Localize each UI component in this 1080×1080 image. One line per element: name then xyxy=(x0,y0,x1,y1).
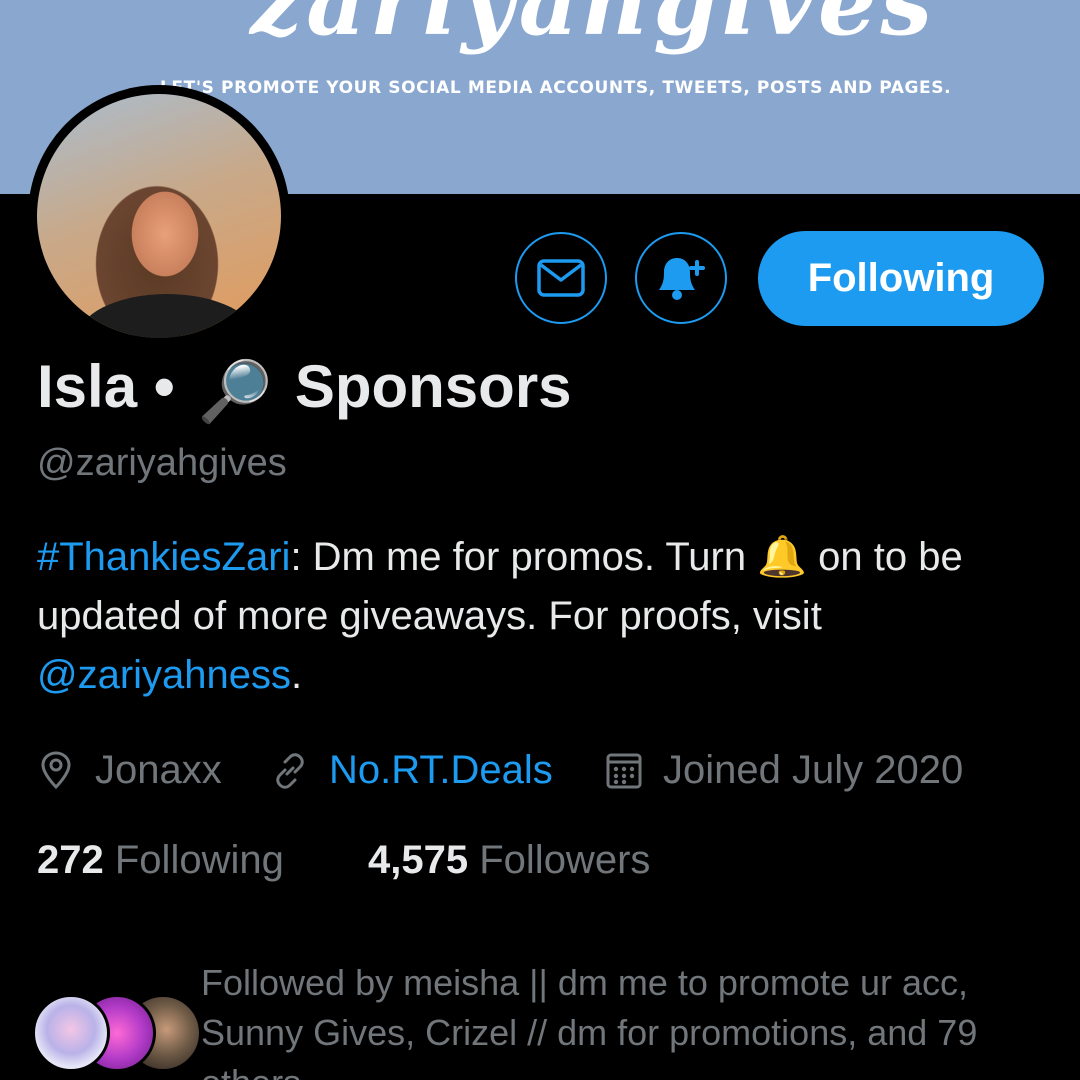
bell-emoji: 🔔 xyxy=(757,535,808,579)
followers-count: 4,575 xyxy=(368,838,469,882)
location-text: Jonaxx xyxy=(95,747,222,792)
avatar-shirt xyxy=(77,294,257,338)
meta-url[interactable]: No.RT.Deals xyxy=(271,742,553,798)
followed-by-text[interactable]: Followed by meisha || dm me to promote u… xyxy=(201,958,1061,1080)
bio-text: . xyxy=(291,653,303,697)
profile-page: zariyahgives LET'S PROMOTE YOUR SOCIAL M… xyxy=(0,0,1080,1080)
notifications-button[interactable] xyxy=(635,232,727,324)
following-label: Following xyxy=(114,838,284,882)
calendar-icon xyxy=(606,753,642,789)
banner-tagline: LET'S PROMOTE YOUR SOCIAL MEDIA ACCOUNTS… xyxy=(160,78,952,98)
followers-label: Followers xyxy=(479,838,651,882)
joined-text: Joined July 2020 xyxy=(663,747,964,792)
url-link[interactable]: No.RT.Deals xyxy=(329,748,553,793)
meta-joined: Joined July 2020 xyxy=(605,742,963,798)
bio-mention-link[interactable]: @zariyahness xyxy=(37,653,291,697)
bell-plus-icon xyxy=(659,258,705,300)
profile-bio: #ThankiesZari: Dm me for promos. Turn 🔔 … xyxy=(37,528,1047,705)
meta-location: Jonaxx xyxy=(37,742,222,798)
bio-hashtag-link[interactable]: #ThankiesZari xyxy=(37,535,290,579)
user-handle: @zariyahgives xyxy=(37,442,287,484)
bio-text: : Dm me for promos. Turn xyxy=(290,535,758,579)
envelope-icon xyxy=(537,259,585,297)
following-button[interactable]: Following xyxy=(758,231,1044,326)
avatar xyxy=(32,994,110,1072)
followers-count-link[interactable]: 4,575 Followers xyxy=(368,838,650,883)
location-pin-icon xyxy=(41,751,71,790)
display-name-prefix: Isla • xyxy=(37,353,175,420)
followed-by-avatars[interactable] xyxy=(32,994,202,1072)
link-icon xyxy=(276,753,304,789)
profile-avatar[interactable] xyxy=(28,85,290,347)
avatar-photo xyxy=(37,94,281,338)
message-button[interactable] xyxy=(515,232,607,324)
magnifier-emoji: 🔎 xyxy=(197,357,273,425)
display-name: Isla • 🔎 Sponsors xyxy=(37,352,572,427)
display-name-suffix: Sponsors xyxy=(294,353,572,420)
banner-script-text: zariyahgives xyxy=(250,0,937,56)
following-count: 272 xyxy=(37,838,104,882)
following-count-link[interactable]: 272 Following xyxy=(37,838,284,883)
